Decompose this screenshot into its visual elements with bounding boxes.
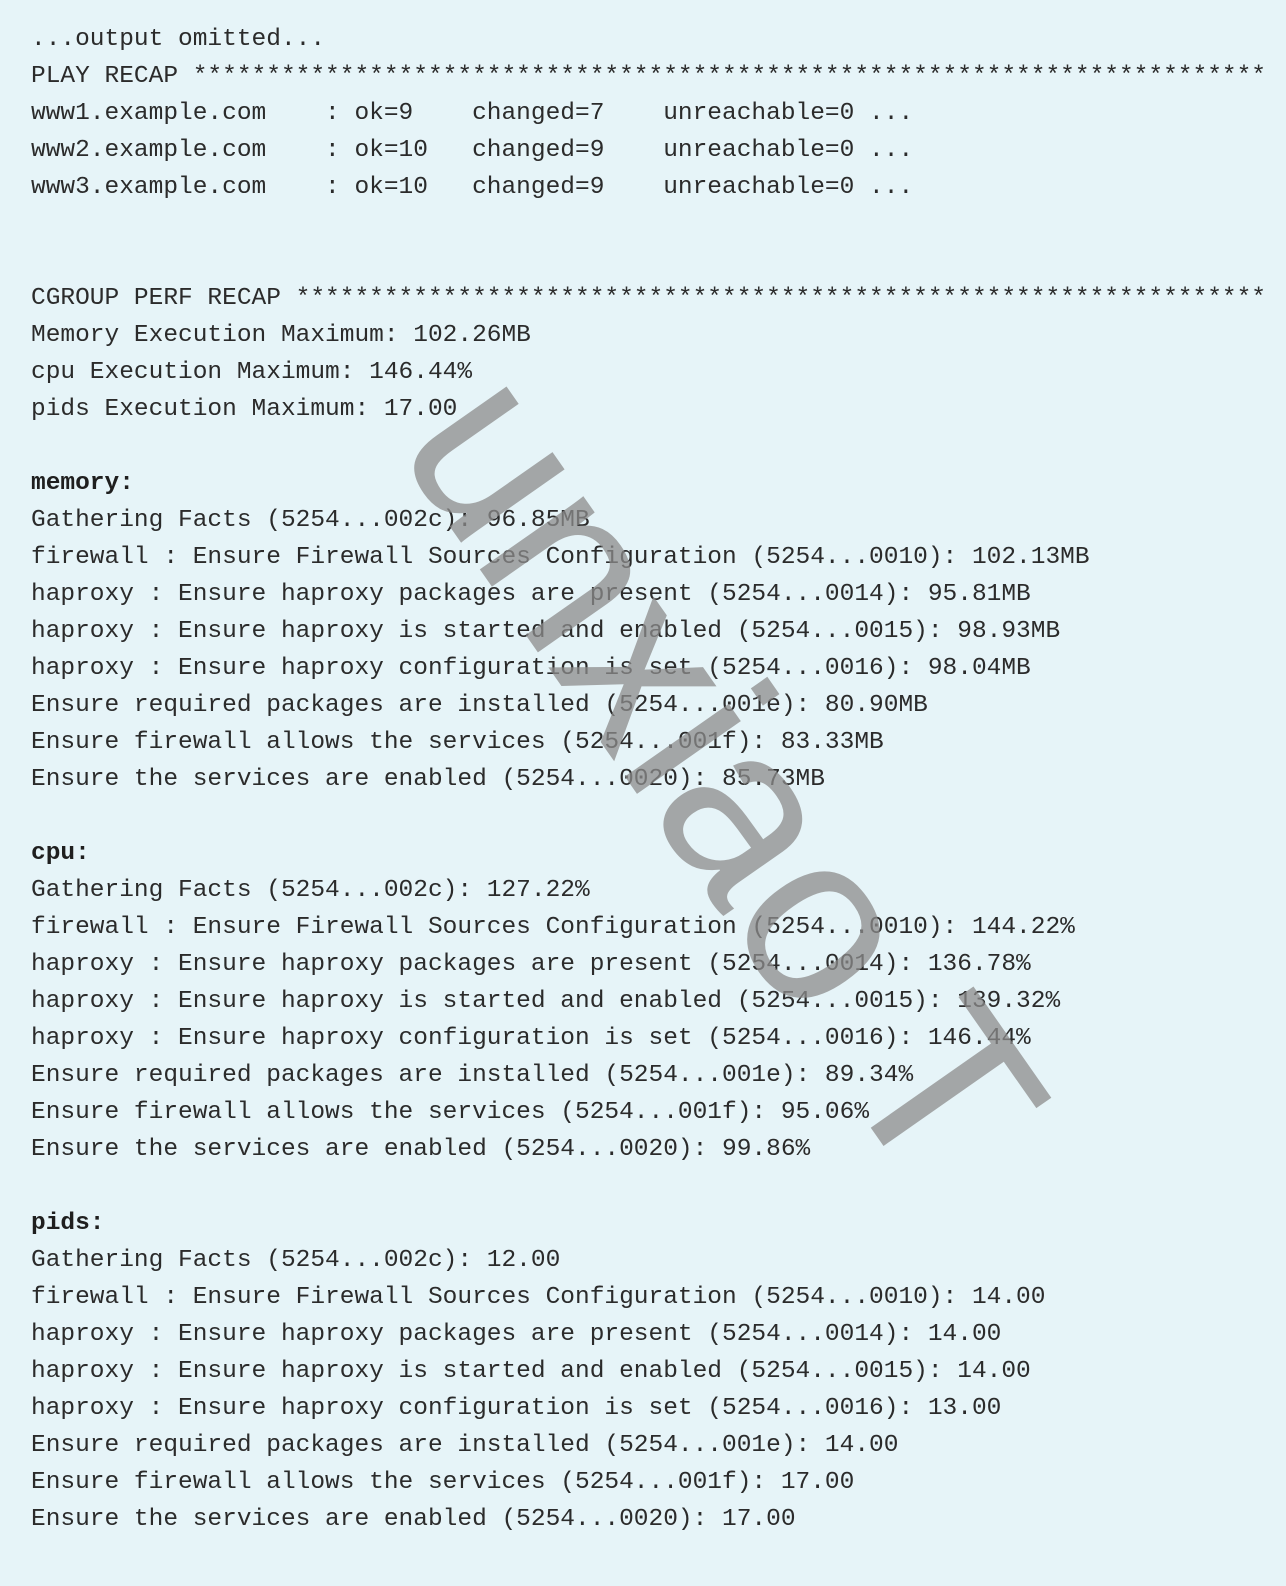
output-line: haproxy : Ensure haproxy packages are pr… bbox=[31, 581, 1031, 608]
output-line: haproxy : Ensure haproxy is started and … bbox=[31, 618, 1061, 645]
output-line: Ensure the services are enabled (5254...… bbox=[31, 1136, 811, 1163]
section-heading: memory: bbox=[31, 470, 134, 497]
section-heading: pids: bbox=[31, 1210, 105, 1237]
output-line: Ensure firewall allows the services (525… bbox=[31, 729, 884, 756]
terminal-output: ...output omitted... PLAY RECAP *********… bbox=[31, 21, 1267, 1538]
output-line: haproxy : Ensure haproxy packages are pr… bbox=[31, 1321, 1002, 1348]
output-line: firewall : Ensure Firewall Sources Confi… bbox=[31, 1284, 1046, 1311]
output-line: cpu Execution Maximum: 146.44% bbox=[31, 359, 473, 386]
output-line: haproxy : Ensure haproxy is started and … bbox=[31, 1358, 1031, 1385]
output-line: Ensure the services are enabled (5254...… bbox=[31, 766, 825, 793]
output-line: haproxy : Ensure haproxy configuration i… bbox=[31, 1025, 1031, 1052]
output-line: Gathering Facts (5254...002c): 12.00 bbox=[31, 1247, 561, 1274]
output-line: haproxy : Ensure haproxy is started and … bbox=[31, 988, 1061, 1015]
output-line: pids Execution Maximum: 17.00 bbox=[31, 396, 458, 423]
output-line: ...output omitted... bbox=[31, 26, 326, 53]
output-line: haproxy : Ensure haproxy configuration i… bbox=[31, 655, 1031, 682]
output-line: Ensure required packages are installed (… bbox=[31, 692, 928, 719]
output-line: haproxy : Ensure haproxy configuration i… bbox=[31, 1395, 1002, 1422]
output-line: Gathering Facts (5254...002c): 127.22% bbox=[31, 877, 590, 904]
output-line: Ensure required packages are installed (… bbox=[31, 1432, 899, 1459]
output-line: Ensure firewall allows the services (525… bbox=[31, 1469, 855, 1496]
output-line: Gathering Facts (5254...002c): 96.85MB bbox=[31, 507, 590, 534]
output-line: www1.example.com : ok=9 changed=7 unreac… bbox=[31, 100, 914, 127]
output-line: www3.example.com : ok=10 changed=9 unrea… bbox=[31, 174, 914, 201]
output-line: Ensure the services are enabled (5254...… bbox=[31, 1506, 796, 1533]
output-line: firewall : Ensure Firewall Sources Confi… bbox=[31, 914, 1075, 941]
output-line: Ensure firewall allows the services (525… bbox=[31, 1099, 870, 1126]
output-line: Memory Execution Maximum: 102.26MB bbox=[31, 322, 531, 349]
output-line: haproxy : Ensure haproxy packages are pr… bbox=[31, 951, 1031, 978]
output-line: CGROUP PERF RECAP **********************… bbox=[31, 285, 1267, 312]
output-line: www2.example.com : ok=10 changed=9 unrea… bbox=[31, 137, 914, 164]
output-line: PLAY RECAP *****************************… bbox=[31, 63, 1267, 90]
output-line: firewall : Ensure Firewall Sources Confi… bbox=[31, 544, 1090, 571]
section-heading: cpu: bbox=[31, 840, 90, 867]
output-line: Ensure required packages are installed (… bbox=[31, 1062, 914, 1089]
